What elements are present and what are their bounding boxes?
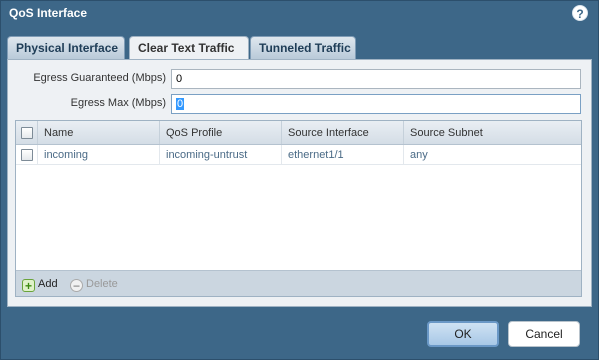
add-button-label: Add xyxy=(38,278,58,290)
egress-max-label: Egress Max (Mbps) xyxy=(70,97,166,109)
column-header-source-subnet[interactable]: Source Subnet xyxy=(404,121,581,144)
add-button[interactable]: + Add xyxy=(22,276,58,292)
header-select-cell xyxy=(16,121,38,144)
ok-button[interactable]: OK xyxy=(427,321,499,347)
help-icon[interactable]: ? xyxy=(572,5,588,21)
delete-button[interactable]: − Delete xyxy=(70,276,118,292)
tab-physical-interface[interactable]: Physical Interface xyxy=(7,36,125,59)
row-select-cell xyxy=(16,145,38,164)
tab-tunneled-traffic[interactable]: Tunneled Traffic xyxy=(250,36,356,59)
tab-content-panel: Egress Guaranteed (Mbps) 0 Egress Max (M… xyxy=(7,59,592,307)
cancel-button[interactable]: Cancel xyxy=(508,321,580,347)
column-header-name[interactable]: Name xyxy=(38,121,160,144)
table-footer-toolbar: + Add − Delete xyxy=(16,270,581,296)
cell-qos-profile: incoming-untrust xyxy=(160,145,282,164)
dialog-titlebar: QoS Interface ? xyxy=(1,1,598,26)
cell-source-interface: ethernet1/1 xyxy=(282,145,404,164)
table-row[interactable]: incoming incoming-untrust ethernet1/1 an… xyxy=(16,145,581,165)
egress-guaranteed-value: 0 xyxy=(176,73,183,85)
dialog-title: QoS Interface xyxy=(9,6,88,20)
egress-guaranteed-label: Egress Guaranteed (Mbps) xyxy=(33,72,166,84)
delete-icon: − xyxy=(70,279,83,292)
qos-rules-table: Name QoS Profile Source Interface Source… xyxy=(15,120,582,297)
column-header-source-interface[interactable]: Source Interface xyxy=(282,121,404,144)
cell-name[interactable]: incoming xyxy=(38,145,160,164)
tab-clear-text-traffic[interactable]: Clear Text Traffic xyxy=(129,36,249,60)
column-header-qos-profile[interactable]: QoS Profile xyxy=(160,121,282,144)
select-all-checkbox[interactable] xyxy=(21,127,33,139)
qos-interface-dialog: QoS Interface ? Physical Interface Clear… xyxy=(0,0,599,360)
egress-max-value: 0 xyxy=(176,98,185,110)
cell-source-subnet: any xyxy=(410,149,428,161)
row-checkbox[interactable] xyxy=(21,149,33,161)
egress-max-input[interactable]: 0 xyxy=(171,94,581,114)
add-icon: + xyxy=(22,279,35,292)
egress-guaranteed-input[interactable]: 0 xyxy=(171,69,581,89)
delete-button-label: Delete xyxy=(86,278,118,290)
table-header: Name QoS Profile Source Interface Source… xyxy=(16,121,581,145)
